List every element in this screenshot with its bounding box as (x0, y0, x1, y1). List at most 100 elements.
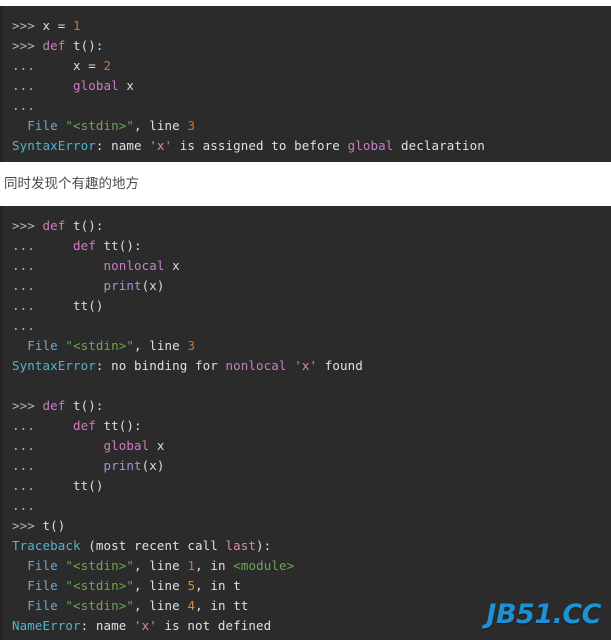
code-token-prompt: ... (12, 478, 74, 493)
code-line: >>> def t(): (3, 216, 611, 236)
code-token-white: , line (134, 558, 188, 573)
code-token-white: ): (256, 538, 272, 553)
code-line: SyntaxError: no binding for nonlocal 'x'… (3, 356, 611, 376)
code-line: >>> def t(): (3, 396, 611, 416)
code-line: >>> def t(): (3, 36, 611, 56)
code-token-str: 'x' (294, 358, 318, 373)
code-line: ... (3, 96, 611, 116)
code-token-green: <module> (233, 558, 295, 573)
code-token-prompt: ... (12, 58, 74, 73)
code-token-num2: 4 (187, 598, 196, 613)
code-token-plain: x (126, 78, 135, 93)
code-line: SyntaxError: name 'x' is assigned to bef… (3, 136, 611, 156)
code-line: File "<stdin>", line 4, in tt (3, 596, 611, 616)
code-token-plain: t(): (73, 398, 104, 413)
code-token-prompt: ... (12, 458, 104, 473)
code-token-prompt: ... (12, 278, 104, 293)
code-token-file: File (27, 578, 66, 593)
code-token-green: "<stdin>" (65, 598, 135, 613)
code-line: ... x = 2 (3, 56, 611, 76)
code-line: >>> t() (3, 516, 611, 536)
code-token-prompt: ... (12, 78, 74, 93)
code-token-white: , in tt (195, 598, 249, 613)
code-line: >>> x = 1 (3, 16, 611, 36)
code-token-kw: def (73, 238, 104, 253)
code-token-err: NameError (12, 618, 81, 633)
code-token-white: , in (195, 558, 234, 573)
code-token-white: , line (134, 578, 188, 593)
code-token-num2: 5 (187, 578, 196, 593)
code-token-kw: def (42, 218, 74, 233)
code-token-file: File (27, 558, 66, 573)
code-token-err: SyntaxError (12, 138, 96, 153)
code-token-kw: def (73, 418, 104, 433)
code-line: NameError: name 'x' is not defined (3, 616, 611, 636)
code-token-prompt: ... (12, 318, 35, 333)
code-token-prompt: ... (12, 298, 74, 313)
code-token-white: declaration (393, 138, 485, 153)
code-token-str: last (225, 538, 257, 553)
code-token-num: 1 (187, 558, 196, 573)
code-token-prompt: >>> (12, 398, 43, 413)
code-block-nonlocal-nameerror[interactable]: >>> def t():... def tt():... nonlocal x.… (0, 206, 611, 640)
code-token-prompt: ... (12, 238, 74, 253)
code-token-err: SyntaxError (12, 358, 96, 373)
code-token-plain: (x) (141, 458, 165, 473)
code-line: ... (3, 496, 611, 516)
code-line: File "<stdin>", line 3 (3, 336, 611, 356)
code-token-plain: x = (73, 58, 104, 73)
code-token-white: found (317, 358, 363, 373)
code-token-kw: nonlocal (225, 358, 287, 373)
code-token-prompt: ... (12, 498, 35, 513)
code-line: ... print(x) (3, 456, 611, 476)
code-token-plain: tt(): (103, 418, 142, 433)
code-token-plain: t(): (73, 218, 104, 233)
code-token-prompt: ... (12, 418, 74, 433)
code-token-str: 'x' (134, 618, 157, 633)
code-line: ... global x (3, 436, 611, 456)
code-token-plain: (x) (141, 278, 165, 293)
code-token-kw: nonlocal (103, 258, 173, 273)
code-token-white: , line (134, 598, 188, 613)
code-line: ... global x (3, 76, 611, 96)
code-token-prompt: ... (12, 98, 35, 113)
code-token-builtin: print (103, 278, 142, 293)
code-token-white: , line (134, 338, 188, 353)
code-token-file: File (27, 338, 66, 353)
code-token-white: : name (80, 618, 135, 633)
code-token-green: "<stdin>" (65, 578, 135, 593)
code-token-kw: global (103, 438, 157, 453)
code-token-num: 3 (187, 338, 196, 353)
code-token-kw: def (42, 398, 74, 413)
code-token-prompt: >>> (12, 218, 43, 233)
code-token-white: : name (95, 138, 150, 153)
code-token-prompt: ... (12, 258, 104, 273)
code-token-white: , in t (195, 578, 241, 593)
page-root: >>> x = 1 >>> def t():... x = 2... global… (0, 0, 611, 640)
code-token-white: is assigned to before (172, 138, 348, 153)
code-token-plain: x = (42, 18, 74, 33)
code-token-plain: x (156, 438, 165, 453)
code-token-plain: t() (42, 518, 66, 533)
code-token-prompt: >>> (12, 38, 43, 53)
code-token-plain: t(): (73, 38, 104, 53)
code-token-white: is not defined (156, 618, 272, 633)
code-block-global-error[interactable]: >>> x = 1 >>> def t():... x = 2... global… (0, 6, 611, 162)
code-token-prompt: ... (12, 438, 104, 453)
code-token-num: 2 (103, 58, 112, 73)
code-token-green: "<stdin>" (65, 558, 135, 573)
code-token-err: Traceback (12, 538, 81, 553)
code-line: File "<stdin>", line 3 (3, 116, 611, 136)
code-token-green: "<stdin>" (65, 118, 135, 133)
code-line: File "<stdin>", line 1, in <module> (3, 556, 611, 576)
code-token-kw: global (73, 78, 127, 93)
code-token-num: 3 (187, 118, 196, 133)
code-line: ... def tt(): (3, 236, 611, 256)
code-token-white: , line (134, 118, 188, 133)
code-token-file: File (27, 598, 66, 613)
